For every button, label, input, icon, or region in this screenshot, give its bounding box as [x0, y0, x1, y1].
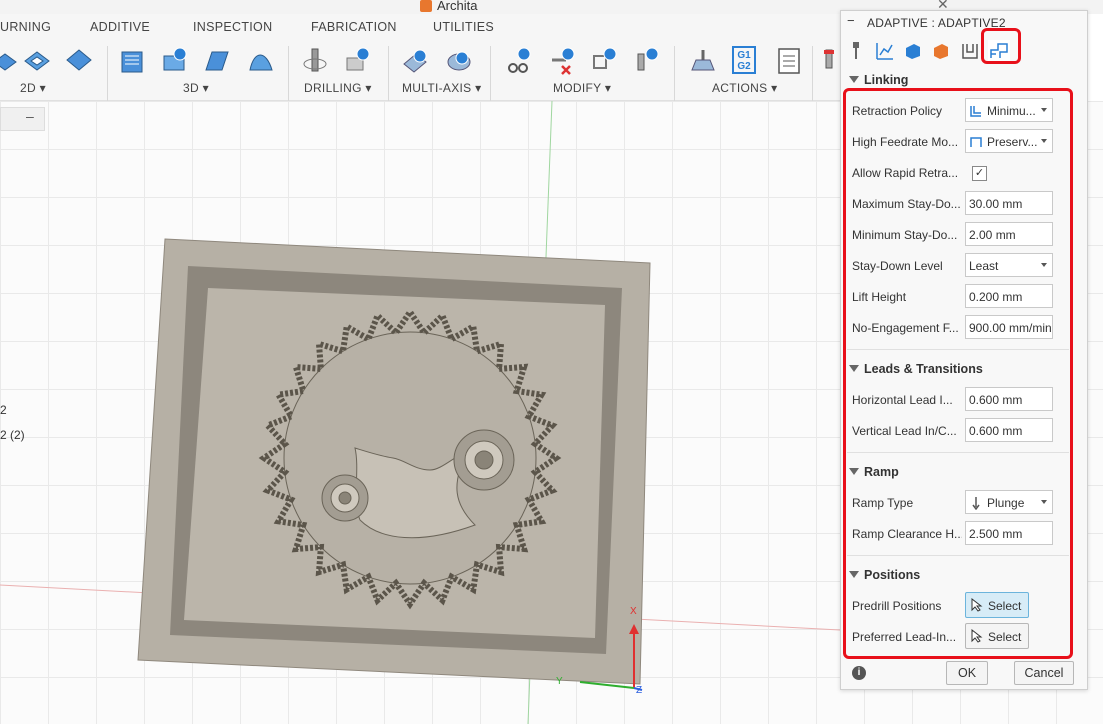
- tab-tool-icon[interactable]: [845, 40, 867, 62]
- highlight-linking-box: [843, 88, 1073, 659]
- drill-icon[interactable]: [300, 46, 330, 76]
- tab-heights-icon[interactable]: [902, 40, 924, 62]
- toolbar: URNING ADDITIVE INSPECTION FABRICATION U…: [0, 14, 840, 102]
- tab-inspection[interactable]: INSPECTION: [193, 20, 272, 34]
- browser-collapse-button[interactable]: –: [26, 108, 34, 124]
- axis-x-label: X: [630, 606, 637, 617]
- 3d-steep-icon[interactable]: [202, 46, 232, 76]
- multi-axis-contour-icon[interactable]: [400, 46, 430, 76]
- separator: [107, 46, 108, 102]
- browser-panel-header: [0, 107, 45, 131]
- section-title: Linking: [864, 73, 909, 87]
- group-2d[interactable]: 2D ▾: [20, 81, 46, 95]
- separator: [388, 46, 389, 102]
- multi-axis-swarf-icon[interactable]: [444, 46, 474, 76]
- axis-z-label: Z: [636, 685, 643, 696]
- transform-icon[interactable]: [632, 46, 662, 76]
- ok-button[interactable]: OK: [946, 661, 988, 685]
- trim-icon[interactable]: [504, 46, 534, 76]
- 2d-face-icon[interactable]: [64, 46, 94, 76]
- app-title: Archita: [420, 0, 477, 13]
- tab-turning[interactable]: URNING: [0, 20, 51, 34]
- 3d-pocket-icon[interactable]: [160, 46, 190, 76]
- section-linking[interactable]: Linking: [849, 73, 908, 87]
- tab-utilities[interactable]: UTILITIES: [433, 20, 494, 34]
- tab-shape-icon[interactable]: [959, 40, 981, 62]
- info-icon[interactable]: i: [852, 666, 866, 680]
- app-title-text: Archita: [437, 0, 478, 13]
- group-modify[interactable]: MODIFY ▾: [553, 81, 611, 95]
- axis-y-label: Y: [556, 676, 563, 687]
- g2-text: G2: [737, 61, 751, 72]
- dialog-header: − ADAPTIVE : ADAPTIVE2: [841, 11, 1087, 35]
- collapse-icon[interactable]: −: [847, 13, 855, 28]
- highlight-tab-box: [981, 28, 1021, 64]
- g1-text: G1: [737, 50, 751, 61]
- separator: [812, 46, 813, 102]
- simulate-icon[interactable]: [688, 46, 718, 76]
- adaptive-dialog: − ADAPTIVE : ADAPTIVE2 Linking Retractio…: [840, 10, 1088, 690]
- dialog-tabs: [841, 37, 1087, 65]
- post-process-icon[interactable]: G1 G2: [732, 46, 756, 74]
- tab-geometry-icon[interactable]: [874, 40, 896, 62]
- 2d-contour-icon[interactable]: [0, 46, 20, 76]
- boss-large: [453, 429, 515, 491]
- separator: [490, 46, 491, 102]
- separator: [674, 46, 675, 102]
- setup-sheet-icon[interactable]: [774, 46, 804, 76]
- app-logo-icon: [420, 0, 432, 12]
- collapse-triangle-icon: [849, 76, 859, 83]
- 3d-flow-icon[interactable]: [246, 46, 276, 76]
- 2d-pocket-icon[interactable]: [22, 46, 52, 76]
- copy-toolpath-icon[interactable]: [590, 46, 620, 76]
- boss-small: [321, 474, 369, 522]
- group-actions[interactable]: ACTIONS ▾: [712, 81, 777, 95]
- cancel-button[interactable]: Cancel: [1014, 661, 1074, 685]
- delete-toolpath-icon[interactable]: [548, 46, 578, 76]
- browser-item[interactable]: 2: [0, 403, 7, 417]
- tab-additive[interactable]: ADDITIVE: [90, 20, 150, 34]
- group-multi-axis[interactable]: MULTI-AXIS ▾: [402, 81, 481, 95]
- group-3d[interactable]: 3D ▾: [183, 81, 209, 95]
- browser-item[interactable]: 2 (2): [0, 428, 25, 442]
- hole-recognition-icon[interactable]: [342, 46, 372, 76]
- tab-passes-icon[interactable]: [930, 40, 952, 62]
- 3d-adaptive-icon[interactable]: [118, 46, 148, 76]
- tab-fabrication[interactable]: FABRICATION: [311, 20, 397, 34]
- group-drilling[interactable]: DRILLING ▾: [304, 81, 372, 95]
- manage-icon[interactable]: [822, 46, 836, 76]
- separator: [288, 46, 289, 102]
